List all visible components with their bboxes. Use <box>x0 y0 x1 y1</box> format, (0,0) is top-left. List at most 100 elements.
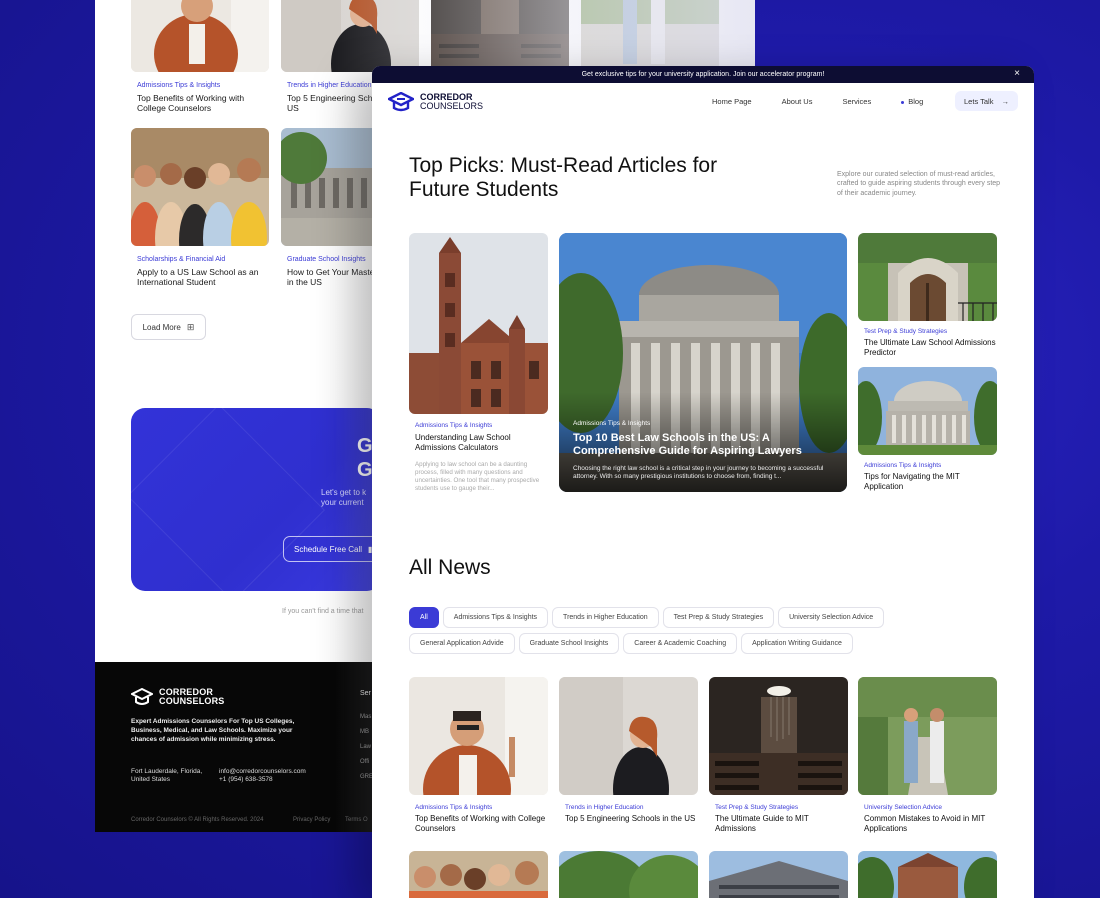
featured-title: Top 10 Best Law Schools in the US: A Com… <box>573 432 802 458</box>
featured-category: Admissions Tips & Insights <box>573 420 651 427</box>
page-title: Top Picks: Must-Read Articles for Future… <box>409 154 718 201</box>
news-card-image <box>409 677 548 795</box>
news-card-image[interactable] <box>559 851 698 898</box>
lets-talk-label: Lets Talk <box>964 96 994 106</box>
footer-location: Fort Lauderdale, Florida, United States <box>131 768 203 784</box>
all-news-heading: All News <box>409 556 491 579</box>
news-card-image[interactable] <box>709 851 848 898</box>
footer-link[interactable]: Law <box>360 744 371 750</box>
bg-card-image <box>431 0 569 72</box>
footer-brand-line2: COUNSELORS <box>159 696 225 707</box>
schedule-call-label: Schedule Free Call <box>294 544 363 554</box>
cta-decoration <box>131 408 325 591</box>
foreground-page: Get exclusive tips for your university a… <box>372 66 1034 898</box>
news-card-category: University Selection Advice <box>864 804 943 811</box>
nav-link-blog-label: Blog <box>908 97 924 106</box>
top-pick-card[interactable]: Admissions Tips & Insights Understanding… <box>409 233 548 493</box>
filter-chip[interactable]: Application Writing Guidance <box>741 633 853 654</box>
news-card-image <box>559 677 698 795</box>
cta-banner: G Go Let's get to k your current Schedul… <box>131 408 381 591</box>
page-description: Explore our curated selection of must-re… <box>837 171 1001 197</box>
top-pick-image <box>858 233 997 321</box>
nav-link-services[interactable]: Services <box>842 97 871 106</box>
news-card[interactable]: Test Prep & Study Strategies The Ultimat… <box>709 677 848 834</box>
news-card-image <box>858 677 997 795</box>
news-card-image[interactable] <box>858 851 997 898</box>
bg-card[interactable]: Scholarships & Financial Aid Apply to a … <box>131 128 269 287</box>
news-card-title: Common Mistakes to Avoid in MIT Applicat… <box>864 814 986 833</box>
top-pick-title: The Ultimate Law School Admissions Predi… <box>864 338 996 357</box>
filter-chip[interactable]: Career & Academic Coaching <box>623 633 738 654</box>
filter-chip[interactable]: General Application Advide <box>409 633 515 654</box>
nav-link-home[interactable]: Home Page <box>712 97 752 106</box>
top-pick-title: Understanding Law School Admissions Calc… <box>415 433 511 452</box>
footer-terms-link[interactable]: Terms O <box>345 817 368 823</box>
promo-bar: Get exclusive tips for your university a… <box>372 66 1034 83</box>
filter-chip-all[interactable]: All <box>409 607 439 628</box>
news-card-image[interactable] <box>409 851 548 898</box>
footer-privacy-link[interactable]: Privacy Policy <box>293 817 330 823</box>
load-more-button[interactable]: Load More ⊞ <box>131 314 206 340</box>
top-pick-excerpt: Applying to law school can be a daunting… <box>415 461 540 493</box>
mortarboard-icon <box>388 92 414 112</box>
news-card[interactable]: Trends in Higher Education Top 5 Enginee… <box>559 677 698 824</box>
schedule-call-button[interactable]: Schedule Free Call ▮ <box>283 536 381 562</box>
bg-card-image <box>581 0 719 72</box>
category-filters: All Admissions Tips & Insights Trends in… <box>409 607 989 654</box>
brand-line2: COUNSELORS <box>420 100 484 111</box>
active-dot-icon <box>901 100 905 104</box>
bg-card-category: Scholarships & Financial Aid <box>137 256 226 263</box>
footer-contact: info@corredorcounselors.com +1 (954) 638… <box>219 768 306 785</box>
nav-links: Home Page About Us Services Blog <box>712 97 983 106</box>
news-card-title: Top 5 Engineering Schools in the US <box>565 814 696 823</box>
filter-chip[interactable]: Graduate School Insights <box>518 633 620 654</box>
mortarboard-icon <box>131 688 153 706</box>
footer-email[interactable]: info@corredorcounselors.com <box>219 768 306 776</box>
news-card-image <box>709 677 848 795</box>
footer-link[interactable]: Mas <box>360 714 371 720</box>
footer-link[interactable]: Offi <box>360 759 369 765</box>
top-pick-image <box>409 233 548 414</box>
nav-link-about[interactable]: About Us <box>782 97 813 106</box>
filter-chip[interactable]: Admissions Tips & Insights <box>442 607 549 628</box>
bg-card[interactable]: Admissions Tips & Insights Top Benefits … <box>131 0 269 113</box>
bg-card-title: Apply to a US Law School as an Internati… <box>137 267 259 288</box>
arrow-right-icon: → <box>1001 96 1009 106</box>
top-pick-category: Test Prep & Study Strategies <box>864 328 948 335</box>
footer-phone[interactable]: +1 (954) 638-3578 <box>219 776 306 784</box>
close-icon[interactable]: × <box>1014 68 1020 79</box>
top-pick-title: Tips for Navigating the MIT Application <box>864 472 960 491</box>
cta-note: If you can't find a time that <box>282 608 364 615</box>
footer-link[interactable]: MB <box>360 729 369 735</box>
news-card-title: The Ultimate Guide to MIT Admissions <box>715 814 809 833</box>
grid-icon: ⊞ <box>186 321 195 332</box>
top-pick-category: Admissions Tips & Insights <box>415 422 493 429</box>
nav-link-blog[interactable]: Blog <box>901 97 953 106</box>
promo-text[interactable]: Get exclusive tips for your university a… <box>582 71 825 78</box>
top-pick-image <box>858 367 997 455</box>
news-card[interactable]: Admissions Tips & Insights Top Benefits … <box>409 677 548 834</box>
bg-card-category: Admissions Tips & Insights <box>137 82 221 89</box>
lets-talk-button[interactable]: Lets Talk → <box>955 91 1018 111</box>
bg-card-image <box>131 128 269 246</box>
filter-chip[interactable]: University Selection Advice <box>778 607 885 628</box>
site-logo[interactable]: CORREDOR COUNSELORS <box>388 92 483 112</box>
footer-logo[interactable]: CORREDOR COUNSELORS <box>131 687 225 707</box>
featured-excerpt: Choosing the right law school is a criti… <box>573 465 824 481</box>
bg-card[interactable] <box>431 0 569 72</box>
top-pick-card[interactable]: Test Prep & Study Strategies The Ultimat… <box>858 233 997 358</box>
news-card-category: Admissions Tips & Insights <box>415 804 493 811</box>
filter-chip[interactable]: Test Prep & Study Strategies <box>662 607 775 628</box>
bg-card-image <box>131 0 269 72</box>
load-more-label: Load More <box>142 322 181 332</box>
bg-card-image <box>281 0 419 72</box>
filter-chip[interactable]: Trends in Higher Education <box>552 607 659 628</box>
bg-card-title: Top Benefits of Working with College Cou… <box>137 93 245 114</box>
news-card-category: Trends in Higher Education <box>565 804 644 811</box>
bg-card[interactable] <box>581 0 719 72</box>
news-card-category: Test Prep & Study Strategies <box>715 804 799 811</box>
news-card[interactable]: University Selection Advice Common Mista… <box>858 677 997 834</box>
top-pick-category: Admissions Tips & Insights <box>864 462 942 469</box>
top-pick-card[interactable]: Admissions Tips & Insights Tips for Navi… <box>858 367 997 492</box>
featured-article-card[interactable]: Admissions Tips & Insights Top 10 Best L… <box>559 233 847 492</box>
